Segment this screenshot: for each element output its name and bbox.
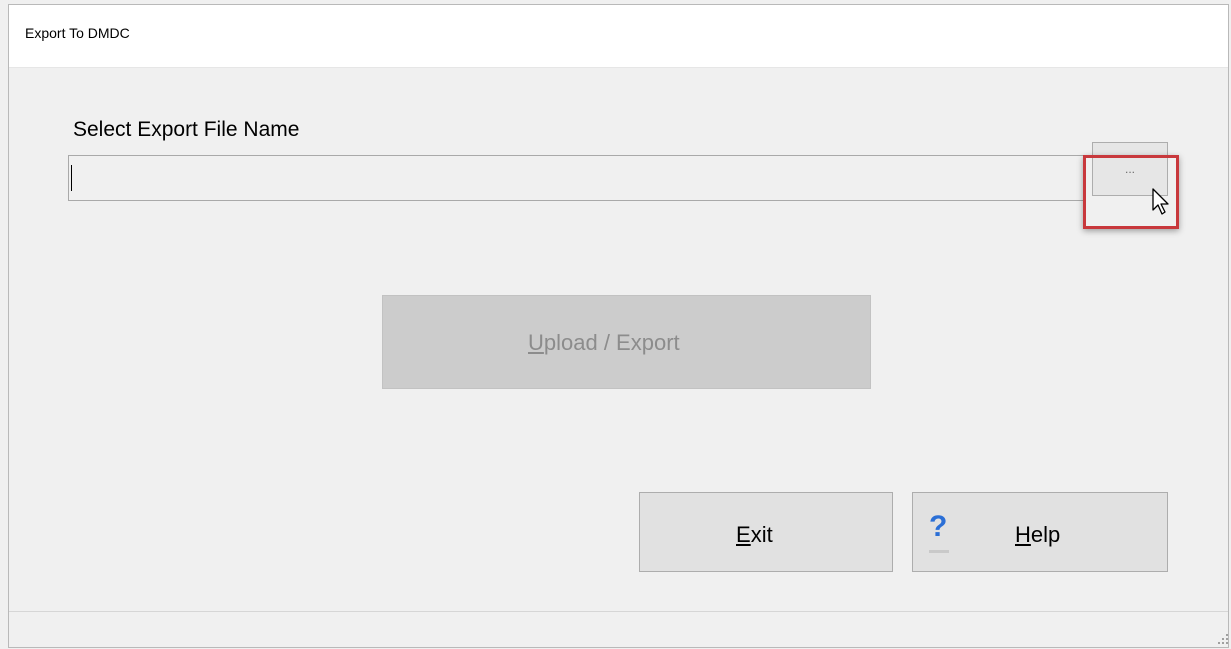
- window-title: Export To DMDC: [25, 25, 130, 41]
- upload-export-label: Upload / Export: [528, 330, 680, 355]
- exit-label: Exit: [736, 522, 773, 547]
- export-dialog-window: Export To DMDC Select Export File Name .…: [8, 4, 1229, 648]
- status-bar-divider: [9, 611, 1228, 612]
- export-file-name-label: Select Export File Name: [73, 118, 300, 141]
- text-caret: [71, 165, 72, 191]
- title-bar: Export To DMDC: [9, 5, 1228, 68]
- export-file-name-input[interactable]: [68, 155, 1084, 201]
- mouse-pointer-icon: [1152, 188, 1169, 215]
- question-mark-icon: ?: [929, 512, 951, 553]
- help-label: Help: [1015, 522, 1061, 547]
- resize-grip-icon[interactable]: [1217, 633, 1229, 645]
